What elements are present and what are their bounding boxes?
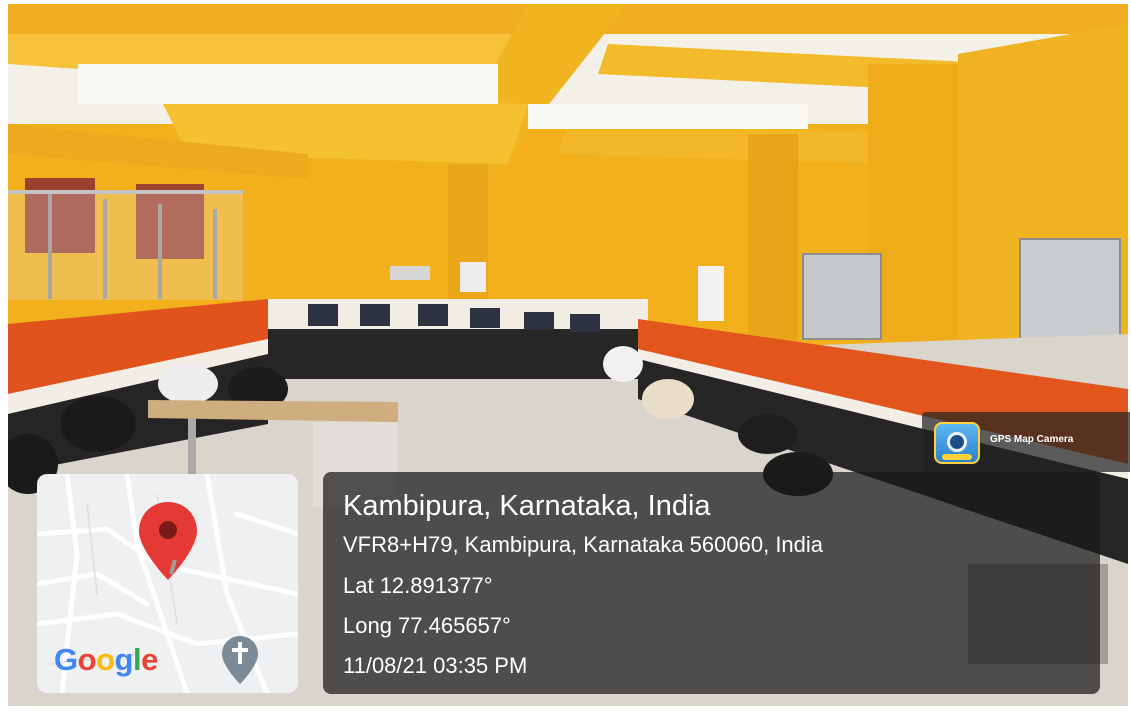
- gps-map-camera-icon: [934, 422, 980, 464]
- latitude-line: Lat 12.891377°: [343, 573, 493, 598]
- longitude-line: Long 77.465657°: [343, 613, 511, 638]
- gps-map-camera-badge: GPS Map Camera: [922, 412, 1130, 472]
- location-pin-icon: [139, 502, 197, 580]
- location-title: Kambipura, Karnataka, India: [343, 490, 711, 522]
- timestamp-line: 11/08/21 03:35 PM: [343, 653, 528, 678]
- location-info-panel: Kambipura, Karnataka, India VFR8+H79, Ka…: [323, 472, 1100, 694]
- church-cross-icon: [222, 636, 258, 684]
- address-line: VFR8+H79, Kambipura, Karnataka 560060, I…: [343, 532, 824, 557]
- google-logo: Google: [54, 642, 158, 677]
- app-name-label: GPS Map Camera: [990, 434, 1074, 445]
- map-thumbnail: Google: [37, 474, 298, 693]
